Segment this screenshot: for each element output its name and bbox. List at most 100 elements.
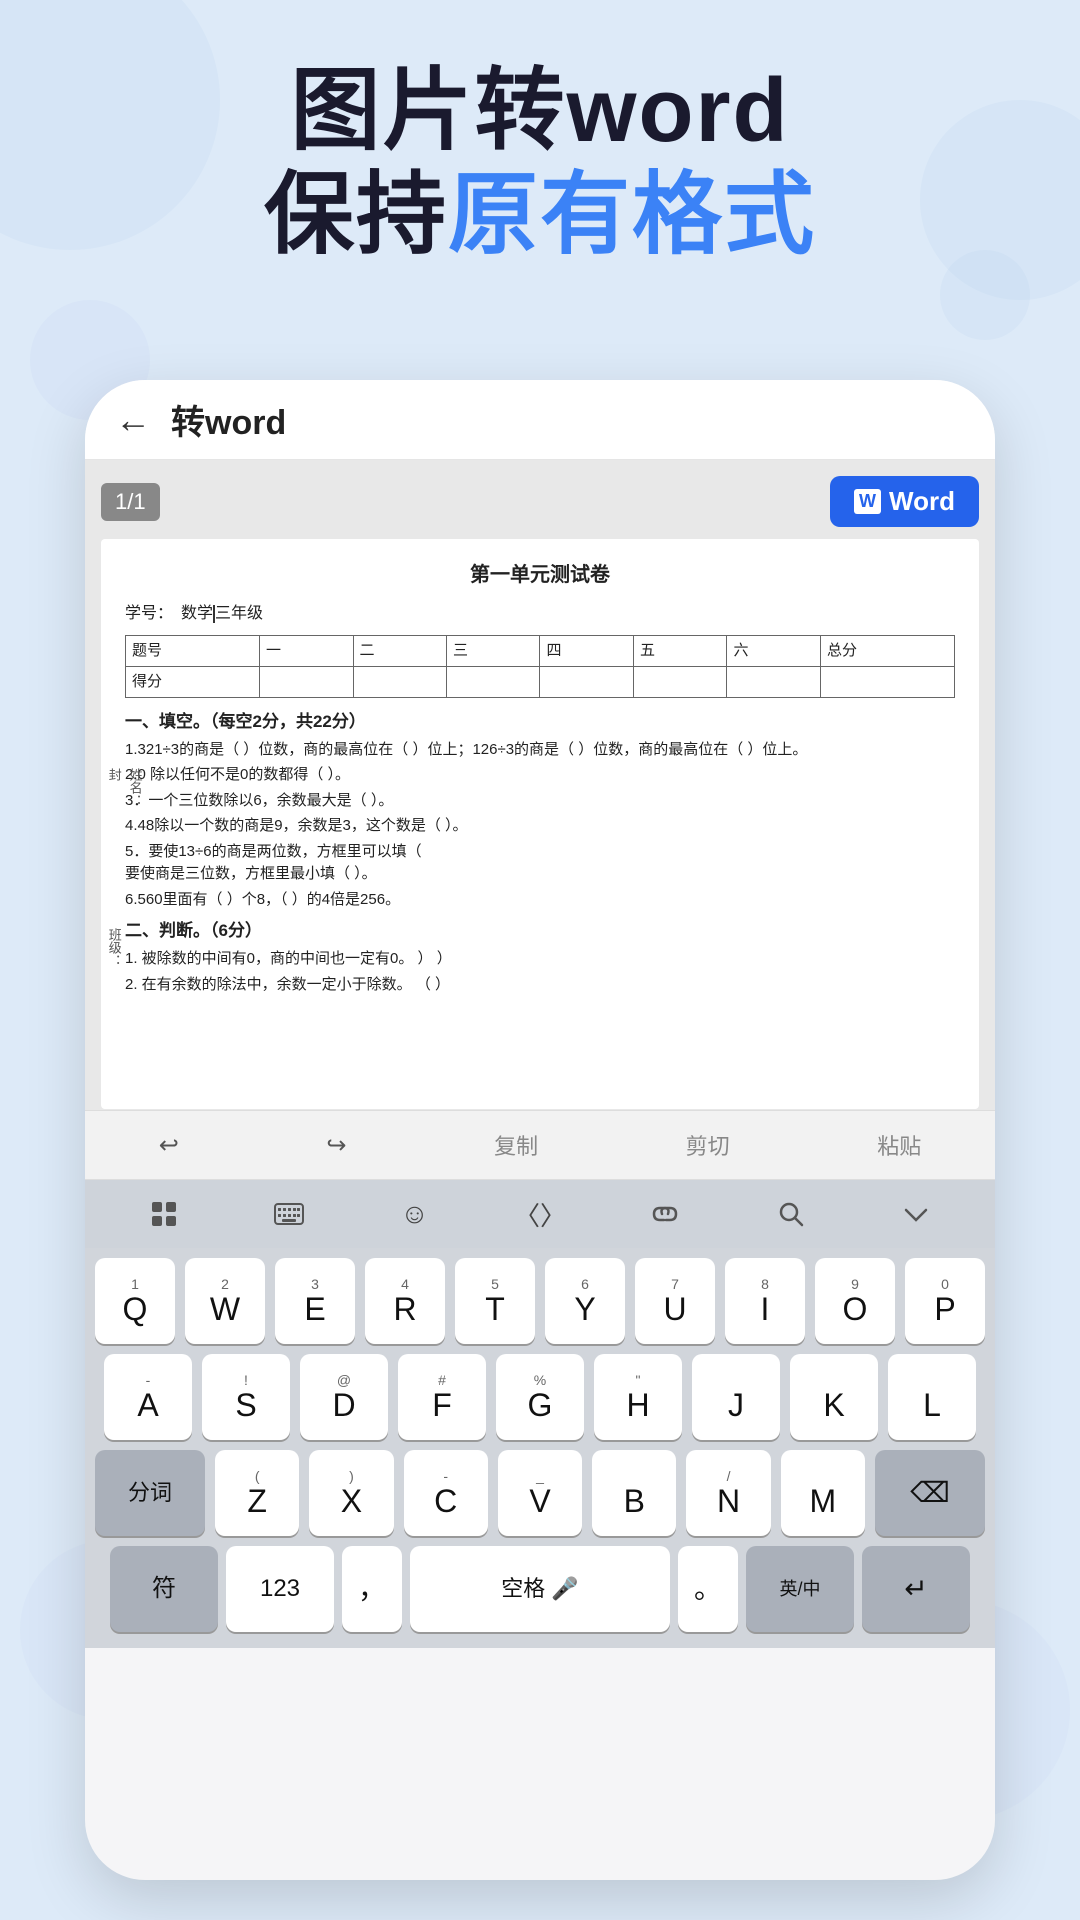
table-header-cell: 二 bbox=[353, 635, 446, 666]
app-header: ← 转word bbox=[85, 380, 995, 460]
kb-keyboard-icon[interactable] bbox=[254, 1189, 324, 1239]
key-Z[interactable]: (Z bbox=[215, 1450, 299, 1536]
key-I[interactable]: 8I bbox=[725, 1258, 805, 1344]
side-label-class: 班级： bbox=[103, 928, 124, 967]
doc-item: 3．一个三位数除以6，余数最大是（ ）。 bbox=[125, 790, 955, 813]
headline-area: 图片转word 保持原有格式 bbox=[0, 60, 1080, 267]
kb-grid-icon[interactable] bbox=[129, 1189, 199, 1239]
document-area: 1/1 W Word 第一单元测试卷 学号： 数学三年级 题号 一 二 三 四 … bbox=[85, 460, 995, 1110]
key-comma[interactable]: ， bbox=[342, 1546, 402, 1632]
section-heading-1: 一、填空。（每空2分，共22分） bbox=[125, 708, 955, 735]
table-header-cell: 五 bbox=[633, 635, 726, 666]
meta-value: 数学三年级 bbox=[181, 601, 263, 627]
doc-item: 5．要使13÷6的商是两位数，方框里可以填（要使商是三位数，方框里最小填（ ）。 bbox=[125, 841, 955, 886]
key-T[interactable]: 5T bbox=[455, 1258, 535, 1344]
back-button[interactable]: ← bbox=[115, 399, 151, 441]
kb-emoji-icon[interactable]: ☺ bbox=[380, 1189, 450, 1239]
doc-table: 题号 一 二 三 四 五 六 总分 得分 bbox=[125, 635, 955, 698]
undo-button[interactable]: ↩ bbox=[139, 1121, 199, 1170]
word-label: Word bbox=[889, 486, 955, 517]
table-header-cell: 三 bbox=[447, 635, 540, 666]
table-data-cell: 得分 bbox=[126, 666, 260, 697]
key-R[interactable]: 4R bbox=[365, 1258, 445, 1344]
kb-chevron-down-icon[interactable] bbox=[881, 1189, 951, 1239]
key-P[interactable]: 0P bbox=[905, 1258, 985, 1344]
key-K[interactable]: K bbox=[790, 1354, 878, 1440]
key-period[interactable]: 。 bbox=[678, 1546, 738, 1632]
key-space[interactable]: 空格 🎤 bbox=[410, 1546, 670, 1632]
doc-item: 6.560里面有（ ）个8，（ ）的4倍是256。 bbox=[125, 889, 955, 912]
key-C[interactable]: -C bbox=[404, 1450, 488, 1536]
table-header-cell: 六 bbox=[727, 635, 820, 666]
doc-title: 第一单元测试卷 bbox=[125, 559, 955, 591]
table-header-cell: 题号 bbox=[126, 635, 260, 666]
headline-prefix: 保持 bbox=[264, 165, 448, 265]
key-W[interactable]: 2W bbox=[185, 1258, 265, 1344]
key-Q[interactable]: 1Q bbox=[95, 1258, 175, 1344]
key-lang[interactable]: 英/中 bbox=[746, 1546, 854, 1632]
key-V[interactable]: _V bbox=[498, 1450, 582, 1536]
section-heading-2: 二、判断。（6分） bbox=[125, 917, 955, 944]
phone-mockup: ← 转word 1/1 W Word 第一单元测试卷 学号： 数学三年级 题号 … bbox=[85, 380, 995, 1880]
document-page[interactable]: 第一单元测试卷 学号： 数学三年级 题号 一 二 三 四 五 六 总分 得分 bbox=[101, 539, 979, 1109]
kb-code-icon[interactable]: 〈〉 bbox=[505, 1189, 575, 1239]
headline-line1: 图片转word bbox=[60, 60, 1020, 164]
key-E[interactable]: 3E bbox=[275, 1258, 355, 1344]
key-row-4: 符 123 ， 空格 🎤 。 英/中 ↵ bbox=[95, 1546, 985, 1632]
kb-link-icon[interactable] bbox=[630, 1189, 700, 1239]
table-data-cell bbox=[633, 666, 726, 697]
key-Y[interactable]: 6Y bbox=[545, 1258, 625, 1344]
table-data-cell bbox=[540, 666, 633, 697]
key-symbol[interactable]: 符 bbox=[110, 1546, 218, 1632]
word-icon: W bbox=[854, 489, 881, 514]
keyboard-rows: 1Q 2W 3E 4R 5T 6Y 7U 8I 9O 0P -A !S @D #… bbox=[85, 1248, 995, 1648]
table-data-cell bbox=[447, 666, 540, 697]
page-indicator: 1/1 bbox=[101, 483, 160, 521]
key-X[interactable]: )X bbox=[309, 1450, 393, 1536]
doc-toolbar: 1/1 W Word bbox=[101, 476, 979, 527]
table-data-cell bbox=[353, 666, 446, 697]
key-S[interactable]: !S bbox=[202, 1354, 290, 1440]
kb-search-icon[interactable] bbox=[756, 1189, 826, 1239]
key-L[interactable]: L bbox=[888, 1354, 976, 1440]
copy-button[interactable]: 复制 bbox=[474, 1119, 558, 1171]
headline-line2: 保持原有格式 bbox=[60, 164, 1020, 268]
doc-meta: 学号： 数学三年级 bbox=[125, 601, 955, 627]
table-header-cell: 总分 bbox=[820, 635, 954, 666]
meta-label: 学号： bbox=[125, 601, 173, 627]
key-J[interactable]: J bbox=[692, 1354, 780, 1440]
key-fenci[interactable]: 分词 bbox=[95, 1450, 205, 1536]
key-U[interactable]: 7U bbox=[635, 1258, 715, 1344]
key-O[interactable]: 9O bbox=[815, 1258, 895, 1344]
key-D[interactable]: @D bbox=[300, 1354, 388, 1440]
key-row-3: 分词 (Z )X -C _V B /N M ⌫ bbox=[95, 1450, 985, 1536]
table-header-cell: 一 bbox=[260, 635, 353, 666]
key-123[interactable]: 123 bbox=[226, 1546, 334, 1632]
doc-item: 2.0 除以任何不是0的数都得（ ）。 bbox=[125, 764, 955, 787]
header-title: 转word bbox=[171, 395, 286, 444]
word-button[interactable]: W Word bbox=[830, 476, 979, 527]
table-data-cell bbox=[727, 666, 820, 697]
key-N[interactable]: /N bbox=[686, 1450, 770, 1536]
key-return[interactable]: ↵ bbox=[862, 1546, 970, 1632]
key-F[interactable]: #F bbox=[398, 1354, 486, 1440]
table-data-cell bbox=[820, 666, 954, 697]
table-header-cell: 四 bbox=[540, 635, 633, 666]
keyboard-toolbar: ☺ 〈〉 bbox=[85, 1180, 995, 1248]
key-A[interactable]: -A bbox=[104, 1354, 192, 1440]
doc-item: 4.48除以一个数的商是9，余数是3，这个数是（ ）。 bbox=[125, 815, 955, 838]
paste-button[interactable]: 粘贴 bbox=[857, 1119, 941, 1171]
key-row-2: -A !S @D #F %G "H J K L bbox=[95, 1354, 985, 1440]
doc-item: 2. 在有余数的除法中，余数一定小于除数。 （ ） bbox=[125, 974, 955, 997]
key-H[interactable]: "H bbox=[594, 1354, 682, 1440]
key-B[interactable]: B bbox=[592, 1450, 676, 1536]
doc-item: 1. 被除数的中间有0，商的中间也一定有0。 ） ） bbox=[125, 948, 955, 971]
edit-toolbar: ↩ ↪ 复制 剪切 粘贴 bbox=[85, 1110, 995, 1180]
key-row-1: 1Q 2W 3E 4R 5T 6Y 7U 8I 9O 0P bbox=[95, 1258, 985, 1344]
cut-button[interactable]: 剪切 bbox=[666, 1119, 750, 1171]
key-backspace[interactable]: ⌫ bbox=[875, 1450, 985, 1536]
redo-button[interactable]: ↪ bbox=[306, 1121, 366, 1170]
key-G[interactable]: %G bbox=[496, 1354, 584, 1440]
table-data-cell bbox=[260, 666, 353, 697]
key-M[interactable]: M bbox=[781, 1450, 865, 1536]
